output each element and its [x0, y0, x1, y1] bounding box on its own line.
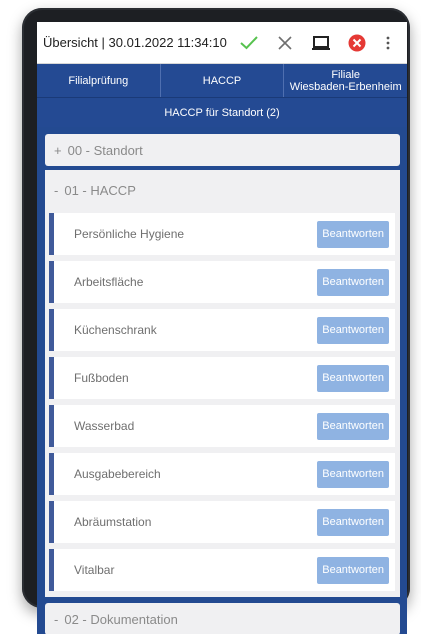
section-standort[interactable]: + 00 - Standort: [45, 134, 400, 166]
list-item: Vitalbar Beantworten: [49, 549, 395, 591]
section-label: 01 - HACCP: [64, 182, 136, 198]
answer-button[interactable]: Beantworten: [317, 316, 389, 344]
answer-button[interactable]: Beantworten: [317, 364, 389, 392]
answer-button[interactable]: Beantworten: [317, 268, 389, 296]
list-item: Abräumstation Beantworten: [49, 501, 395, 543]
list-item: Wasserbad Beantworten: [49, 405, 395, 447]
subheader: HACCP für Standort (2): [37, 98, 407, 127]
page-title: Übersicht | 30.01.2022 11:34:10: [43, 35, 227, 50]
item-label: Arbeitsfläche: [74, 275, 144, 289]
tab-label: Filialprüfung: [68, 74, 129, 87]
more-vertical-icon[interactable]: [375, 22, 401, 64]
list-item: Küchenschrank Beantworten: [49, 309, 395, 351]
answer-button[interactable]: Beantworten: [317, 412, 389, 440]
error-circle-icon[interactable]: [339, 22, 375, 64]
item-label: Vitalbar: [74, 563, 115, 577]
collapse-icon: -: [54, 611, 59, 627]
item-label: Wasserbad: [74, 419, 135, 433]
tab-label-line1: Filiale: [331, 68, 361, 81]
section-label: 02 - Dokumentation: [64, 611, 178, 627]
section-label: 00 - Standort: [67, 142, 143, 158]
answer-button[interactable]: Beantworten: [317, 508, 389, 536]
collapse-icon: -: [54, 182, 59, 198]
expand-icon: +: [54, 142, 62, 158]
tab-filialpruefung[interactable]: Filialprüfung: [37, 64, 161, 97]
close-icon[interactable]: [267, 22, 303, 64]
tablet-frame: Übersicht | 30.01.2022 11:34:10 Filialpr…: [22, 8, 410, 634]
list-item: Fußboden Beantworten: [49, 357, 395, 399]
answer-button[interactable]: Beantworten: [317, 220, 389, 248]
tab-filiale[interactable]: Filiale Wiesbaden-Erbenheim: [284, 64, 407, 97]
item-label: Persönliche Hygiene: [74, 227, 185, 241]
item-label: Ausgabebereich: [74, 467, 161, 481]
laptop-icon[interactable]: [303, 22, 339, 64]
item-label: Abräumstation: [74, 515, 152, 529]
section-haccp[interactable]: - 01 - HACCP: [49, 173, 395, 207]
answer-button[interactable]: Beantworten: [317, 556, 389, 584]
tab-label-line2: Wiesbaden-Erbenheim: [289, 80, 402, 93]
answer-button[interactable]: Beantworten: [317, 460, 389, 488]
tab-haccp[interactable]: HACCP: [161, 64, 285, 97]
toolbar-icons: [231, 22, 407, 64]
item-label: Küchenschrank: [74, 323, 157, 337]
section-haccp-panel: - 01 - HACCP Persönliche Hygiene Beantwo…: [45, 170, 400, 597]
content-area: + 00 - Standort - 01 - HACCP Persönliche…: [37, 127, 407, 634]
app-screen: Übersicht | 30.01.2022 11:34:10 Filialpr…: [37, 22, 407, 634]
tab-bar: Filialprüfung HACCP Filiale Wiesbaden-Er…: [37, 64, 407, 98]
list-item: Arbeitsfläche Beantworten: [49, 261, 395, 303]
check-icon[interactable]: [231, 22, 267, 64]
top-toolbar: Übersicht | 30.01.2022 11:34:10: [37, 22, 407, 64]
item-label: Fußboden: [74, 371, 129, 385]
tab-label: HACCP: [202, 74, 242, 87]
list-item: Persönliche Hygiene Beantworten: [49, 213, 395, 255]
section-dokumentation[interactable]: - 02 - Dokumentation: [45, 603, 400, 634]
list-item: Ausgabebereich Beantworten: [49, 453, 395, 495]
